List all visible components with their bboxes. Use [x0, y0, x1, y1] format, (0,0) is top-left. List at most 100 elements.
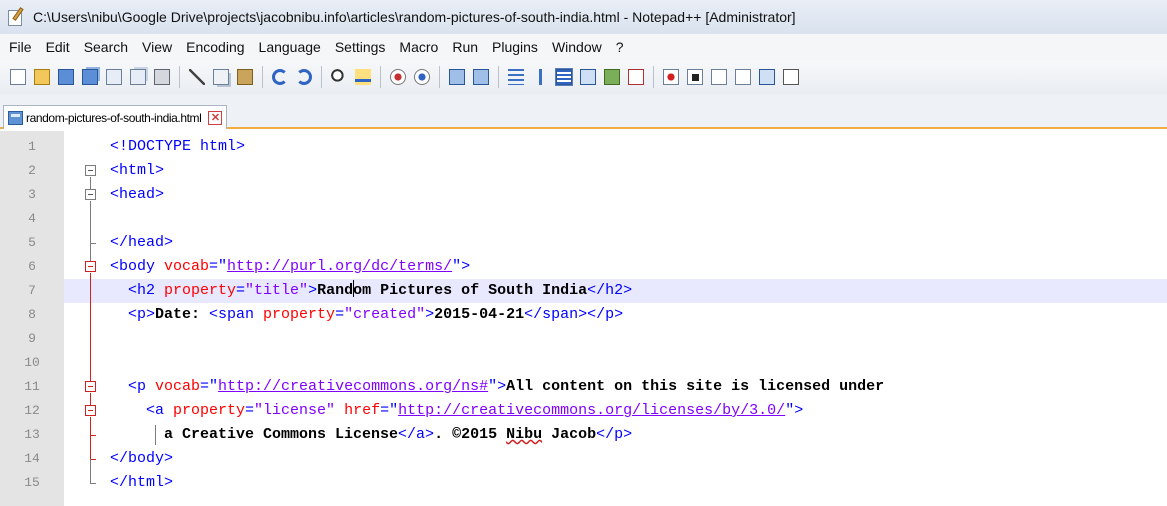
menu-macro[interactable]: Macro: [392, 35, 445, 59]
code-token: =": [380, 402, 399, 419]
code-line[interactable]: 7 <h2 property="title">Random Pictures o…: [0, 279, 1167, 303]
undo-button[interactable]: [269, 66, 291, 88]
fold-toggle-html[interactable]: [85, 165, 96, 176]
new-file-button[interactable]: [7, 66, 29, 88]
code-token: vocab: [164, 258, 210, 275]
macro-save-button[interactable]: [756, 66, 778, 88]
code-line[interactable]: 2 <html>: [0, 159, 1167, 183]
line-number: 7: [0, 279, 64, 303]
print-icon: [154, 69, 170, 85]
menu-language[interactable]: Language: [252, 35, 328, 59]
close-tab-icon[interactable]: ✕: [208, 110, 223, 125]
replace-button[interactable]: [352, 66, 374, 88]
code-token: </head>: [110, 234, 174, 251]
print-button[interactable]: [151, 66, 173, 88]
menu-help[interactable]: ?: [609, 35, 631, 59]
code-token: >: [308, 282, 318, 299]
macro-run-multiple-button[interactable]: [732, 66, 754, 88]
function-list-button[interactable]: [625, 66, 647, 88]
fold-guide-line: [90, 459, 91, 483]
code-line[interactable]: 15 </html>: [0, 471, 1167, 495]
menu-encoding[interactable]: Encoding: [179, 35, 251, 59]
fold-guide-line: [90, 177, 91, 189]
code-editor[interactable]: 1 <!DOCTYPE html> 2 <html> 3 <head> 4 5 </head> 6…: [0, 131, 1167, 506]
fold-toggle-anchor[interactable]: [85, 405, 96, 416]
code-line[interactable]: 9: [0, 327, 1167, 351]
find-button[interactable]: [328, 66, 350, 88]
sync-vertical-button[interactable]: [446, 66, 468, 88]
indent-guide-button[interactable]: [553, 66, 575, 88]
close-button[interactable]: [103, 66, 125, 88]
sync-horizontal-icon: [473, 69, 489, 85]
code-line[interactable]: 6 <body vocab="http://purl.org/dc/terms/"…: [0, 255, 1167, 279]
redo-button[interactable]: [293, 66, 315, 88]
menu-search[interactable]: Search: [77, 35, 135, 59]
user-defined-language-button[interactable]: [577, 66, 599, 88]
menu-settings[interactable]: Settings: [328, 35, 393, 59]
code-token: </body>: [110, 450, 174, 467]
code-line[interactable]: 13 a Creative Commons License</a>. ©2015…: [0, 423, 1167, 447]
menu-window[interactable]: Window: [545, 35, 609, 59]
sync-horizontal-button[interactable]: [470, 66, 492, 88]
cut-button[interactable]: [186, 66, 208, 88]
code-token: ">: [488, 378, 507, 395]
cut-icon: [189, 69, 205, 85]
document-map-button[interactable]: [601, 66, 623, 88]
paste-button[interactable]: [234, 66, 256, 88]
code-token: ">: [785, 402, 804, 419]
fold-toggle-paragraph[interactable]: [85, 381, 96, 392]
copy-button[interactable]: [210, 66, 232, 88]
code-line[interactable]: 10: [0, 351, 1167, 375]
tab-random-pictures-of-south-india[interactable]: random-pictures-of-south-india.html ✕: [3, 105, 228, 129]
open-file-button[interactable]: [31, 66, 53, 88]
code-line[interactable]: 12 <a property="license" href="http://cr…: [0, 399, 1167, 423]
copy-icon: [213, 69, 229, 85]
macro-stop-button[interactable]: [684, 66, 706, 88]
close-all-button[interactable]: [127, 66, 149, 88]
toolbar-separator: [380, 66, 381, 88]
zoom-out-button[interactable]: [411, 66, 433, 88]
zoom-in-button[interactable]: [387, 66, 409, 88]
menu-view[interactable]: View: [135, 35, 179, 59]
show-all-characters-button[interactable]: [529, 66, 551, 88]
code-token: </p>: [596, 426, 633, 443]
zoom-in-icon: [390, 69, 406, 85]
code-line[interactable]: 14 </body>: [0, 447, 1167, 471]
code-line[interactable]: 8 <p>Date: <span property="created">2015…: [0, 303, 1167, 327]
menu-file[interactable]: File: [2, 35, 39, 59]
code-token: property: [173, 402, 246, 419]
save-button[interactable]: [55, 66, 77, 88]
code-token: =: [245, 402, 255, 419]
macro-record-button[interactable]: [660, 66, 682, 88]
code-line[interactable]: 3 <head>: [0, 183, 1167, 207]
menu-plugins[interactable]: Plugins: [485, 35, 545, 59]
code-token: <h2: [110, 282, 165, 299]
menu-run[interactable]: Run: [445, 35, 485, 59]
paste-icon: [237, 69, 253, 85]
find-icon: [331, 69, 347, 85]
macro-play-button[interactable]: [708, 66, 730, 88]
window-title: C:\Users\nibu\Google Drive\projects\jaco…: [33, 9, 796, 25]
code-token: Rand: [317, 282, 354, 299]
code-text: <p>Date: <span property="created">2015-0…: [110, 303, 623, 327]
fold-toggle-head[interactable]: [85, 189, 96, 200]
code-text: </head>: [110, 231, 173, 255]
replace-icon: [355, 69, 371, 85]
code-text: </html>: [110, 471, 173, 495]
spell-check-button[interactable]: [780, 66, 802, 88]
code-token: a Creative Commons License: [110, 426, 399, 443]
fold-toggle-body[interactable]: [85, 261, 96, 272]
code-line[interactable]: 11 <p vocab="http://creativecommons.org/…: [0, 375, 1167, 399]
word-wrap-button[interactable]: [505, 66, 527, 88]
save-all-button[interactable]: [79, 66, 101, 88]
code-token: om Pictures of South India: [353, 282, 588, 299]
code-line[interactable]: 4: [0, 207, 1167, 231]
code-line[interactable]: 1 <!DOCTYPE html>: [0, 135, 1167, 159]
fold-guide-line: [90, 243, 91, 261]
open-file-icon: [34, 69, 50, 85]
code-token: http://creativecommons.org/licenses/by/3…: [398, 402, 786, 419]
code-line[interactable]: 5 </head>: [0, 231, 1167, 255]
code-token: vocab: [155, 378, 201, 395]
menu-edit[interactable]: Edit: [39, 35, 77, 59]
code-token: Nibu: [506, 426, 543, 443]
